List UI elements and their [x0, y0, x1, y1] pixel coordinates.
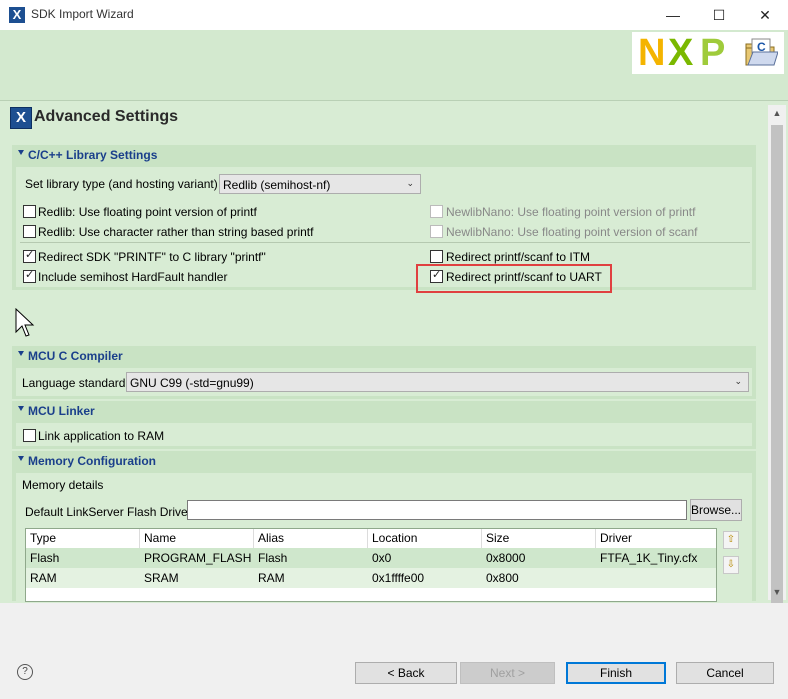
page-header: X Advanced Settings: [4, 105, 764, 133]
library-type-select[interactable]: Redlib (semihost-nf) ⌄: [219, 174, 421, 194]
mouse-cursor-icon: [15, 308, 35, 337]
app-icon: X: [9, 7, 25, 23]
maximize-button[interactable]: ☐: [696, 0, 742, 30]
newlib-float-printf-checkbox[interactable]: [430, 205, 443, 218]
cell-alias: Flash: [258, 551, 288, 565]
close-button[interactable]: ✕: [742, 0, 788, 30]
cell-name: PROGRAM_FLASH: [144, 551, 252, 565]
language-standard-value: GNU C99 (-std=gnu99): [130, 376, 254, 390]
back-button[interactable]: < Back: [355, 662, 457, 684]
next-button[interactable]: Next >: [460, 662, 555, 684]
section-title: MCU Linker: [28, 404, 95, 418]
section-header[interactable]: Memory Configuration: [12, 451, 756, 471]
project-folder-icon: C: [745, 38, 778, 66]
collapse-arrow-icon[interactable]: [18, 150, 24, 155]
redlib-float-printf-label: Redlib: Use floating point version of pr…: [38, 205, 257, 219]
memory-table: Type Name Alias Location Size Driver Fla…: [25, 528, 717, 602]
column-header[interactable]: Location: [368, 529, 482, 548]
cell-driver: FTFA_1K_Tiny.cfx: [600, 551, 698, 565]
newlib-float-scanf-label: NewlibNano: Use floating point version o…: [446, 225, 698, 239]
newlib-float-scanf-checkbox[interactable]: [430, 225, 443, 238]
cell-driver: [596, 568, 600, 588]
help-icon[interactable]: ?: [17, 664, 33, 680]
section-header[interactable]: MCU Linker: [12, 401, 756, 421]
browse-button[interactable]: Browse...: [690, 499, 742, 521]
column-header[interactable]: Type: [26, 529, 140, 548]
page-icon: X: [10, 107, 32, 129]
redlib-char-printf-label: Redlib: Use character rather than string…: [38, 225, 314, 239]
link-to-ram-checkbox[interactable]: [23, 429, 36, 442]
library-type-label: Set library type (and hosting variant): [25, 177, 218, 191]
redirect-itm-label: Redirect printf/scanf to ITM: [446, 250, 591, 264]
section-title: MCU C Compiler: [28, 349, 123, 363]
cancel-button[interactable]: Cancel: [676, 662, 774, 684]
column-header[interactable]: Name: [140, 529, 254, 548]
vertical-scrollbar[interactable]: ▲ ▼: [768, 105, 786, 605]
column-header[interactable]: Size: [482, 529, 596, 548]
collapse-arrow-icon[interactable]: [18, 406, 24, 411]
redlib-char-printf-checkbox[interactable]: [23, 225, 36, 238]
redirect-sdk-printf-label: Redirect SDK "PRINTF" to C library "prin…: [38, 250, 266, 264]
minimize-button[interactable]: —: [650, 0, 696, 30]
window-title: SDK Import Wizard: [31, 7, 134, 21]
scroll-down-icon[interactable]: ▼: [768, 584, 786, 600]
table-row[interactable]: Flash PROGRAM_FLASH Flash 0x0 0x8000 FTF…: [26, 548, 716, 568]
column-header[interactable]: Alias: [254, 529, 368, 548]
collapse-arrow-icon[interactable]: [18, 351, 24, 356]
section-header[interactable]: C/C++ Library Settings: [12, 145, 756, 165]
redirect-sdk-printf-checkbox[interactable]: ✓: [23, 249, 36, 263]
cell-size: 0x8000: [486, 551, 526, 565]
page-title: Advanced Settings: [34, 108, 179, 125]
redlib-float-printf-checkbox[interactable]: [23, 205, 36, 218]
move-up-icon[interactable]: ⇧: [723, 531, 739, 549]
include-hardfault-label: Include semihost HardFault handler: [38, 270, 228, 284]
redirect-itm-checkbox[interactable]: [430, 250, 443, 263]
column-header[interactable]: Driver: [596, 529, 716, 548]
language-standard-label: Language standard: [22, 376, 126, 390]
library-type-value: Redlib (semihost-nf): [223, 178, 331, 192]
scroll-up-icon[interactable]: ▲: [768, 105, 786, 121]
checkmark-icon: ✓: [25, 249, 35, 261]
cell-type: RAM: [30, 571, 57, 585]
cell-alias: RAM: [258, 571, 285, 585]
flash-driver-label: Default LinkServer Flash Driver: [25, 505, 192, 519]
newlib-float-printf-label: NewlibNano: Use floating point version o…: [446, 205, 696, 219]
collapse-arrow-icon[interactable]: [18, 456, 24, 461]
scroll-thumb[interactable]: [771, 125, 783, 605]
section-title: C/C++ Library Settings: [28, 148, 158, 162]
link-to-ram-label: Link application to RAM: [38, 429, 165, 443]
finish-button[interactable]: Finish: [566, 662, 666, 684]
memory-details-label: Memory details: [22, 478, 104, 492]
divider: [20, 242, 750, 243]
move-down-icon[interactable]: ⇩: [723, 556, 739, 574]
section-header[interactable]: MCU C Compiler: [12, 346, 756, 366]
chevron-down-icon: ⌄: [734, 376, 742, 386]
cell-size: 0x800: [486, 571, 519, 585]
title-bar: X SDK Import Wizard — ☐ ✕: [0, 0, 788, 30]
nxp-logo: NXP C: [632, 32, 784, 74]
language-standard-select[interactable]: GNU C99 (-std=gnu99) ⌄: [126, 372, 749, 392]
highlight-box: [416, 264, 612, 293]
cell-location: 0x0: [372, 551, 392, 565]
include-hardfault-checkbox[interactable]: ✓: [23, 269, 36, 283]
cell-name: SRAM: [144, 571, 179, 585]
cell-type: Flash: [30, 551, 60, 565]
wizard-footer: [0, 603, 788, 699]
section-title: Memory Configuration: [28, 454, 156, 468]
checkmark-icon: ✓: [25, 269, 35, 281]
chevron-down-icon: ⌄: [406, 178, 414, 188]
table-row[interactable]: RAM SRAM RAM 0x1ffffe00 0x800: [26, 568, 716, 588]
cell-location: 0x1ffffe00: [372, 571, 425, 585]
flash-driver-input[interactable]: [187, 500, 687, 520]
